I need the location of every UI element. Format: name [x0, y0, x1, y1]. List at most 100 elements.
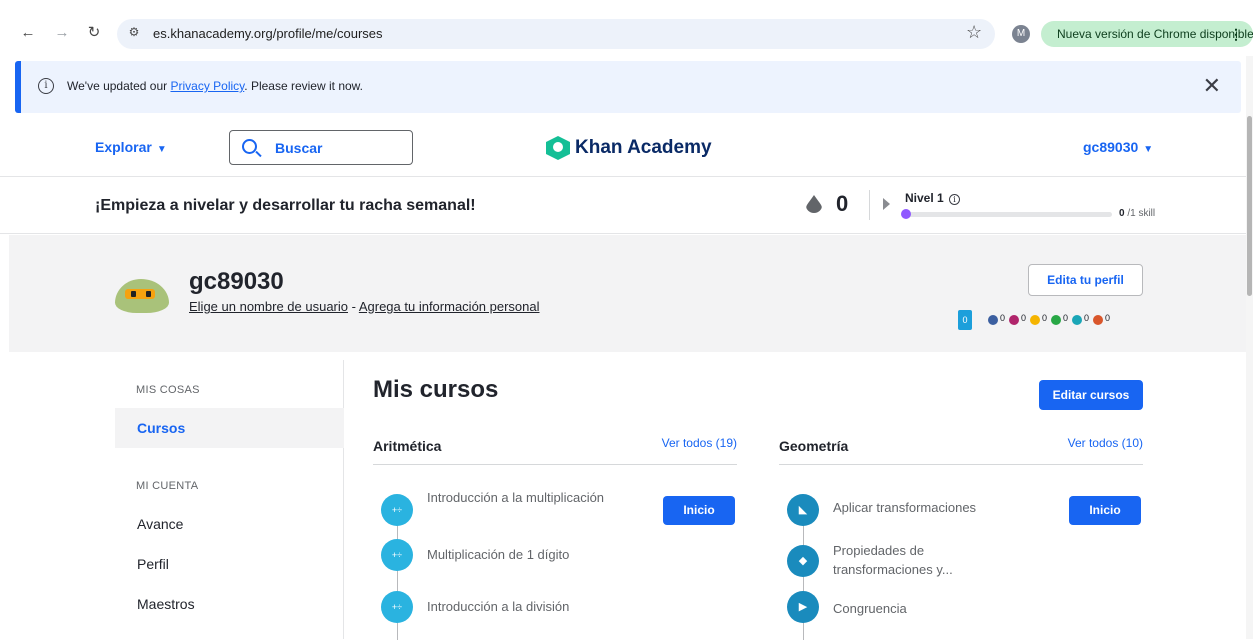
- geometry-unit-icon: ▶: [787, 591, 819, 623]
- start-button[interactable]: Inicio: [663, 496, 735, 525]
- browser-toolbar: ← → ↻ ⚙ es.khanacademy.org/profile/me/co…: [0, 0, 1253, 56]
- browser-profile-avatar[interactable]: M: [1012, 25, 1030, 43]
- badge-count: 0: [1063, 313, 1069, 323]
- profile-header: gc89030 Elige un nombre de usuario - Agr…: [9, 235, 1246, 352]
- start-button[interactable]: Inicio: [1069, 496, 1141, 525]
- arithmetic-unit-icon: +÷: [381, 494, 413, 526]
- unit-item[interactable]: ▶ Congruencia: [787, 589, 1143, 629]
- info-icon: i: [38, 78, 54, 94]
- skill-progress-text: 0 /1 skill: [1119, 208, 1155, 219]
- profile-links: Elige un nombre de usuario - Agrega tu i…: [189, 299, 540, 314]
- course-name[interactable]: Aritmética: [373, 438, 441, 454]
- unit-item[interactable]: +÷ Introducción a la división: [381, 589, 737, 629]
- site-settings-icon[interactable]: ⚙: [125, 25, 143, 39]
- skill-total: /1 skill: [1127, 208, 1156, 219]
- choose-username-link[interactable]: Elige un nombre de usuario: [189, 299, 348, 314]
- profile-username: gc89030: [189, 268, 284, 295]
- info-icon[interactable]: i: [949, 194, 961, 205]
- bookmark-star-icon[interactable]: ☆: [966, 22, 982, 43]
- unit-item[interactable]: +÷ Introducción a la multiplicación Inic…: [381, 488, 737, 528]
- banner-text-start: We've updated our: [67, 79, 171, 93]
- course-card-arithmetic: Aritmética Ver todos (19) +÷ Introducció…: [373, 428, 737, 640]
- search-label: Buscar: [275, 140, 323, 156]
- unit-label[interactable]: Aplicar transformaciones: [833, 498, 1013, 517]
- caret-down-icon: ▼: [156, 144, 167, 155]
- unit-label[interactable]: Congruencia: [833, 599, 1013, 618]
- avatar[interactable]: [115, 275, 169, 315]
- forward-arrow-icon[interactable]: →: [52, 23, 72, 43]
- add-personal-info-link[interactable]: Agrega tu información personal: [359, 299, 540, 314]
- sidebar-item-courses[interactable]: Cursos: [115, 408, 344, 448]
- streak-message: ¡Empieza a nivelar y desarrollar tu rach…: [95, 197, 476, 214]
- badge-sun-icon: [1051, 315, 1061, 325]
- unit-item[interactable]: ◆ Propiedades de transformaciones y...: [787, 541, 1143, 581]
- page-scrollbar[interactable]: [1246, 56, 1253, 639]
- sidebar-item-progress[interactable]: Avance: [115, 504, 344, 544]
- explore-menu-button[interactable]: Explorar ▼: [95, 139, 167, 155]
- edit-courses-button[interactable]: Editar cursos: [1039, 380, 1143, 410]
- streak-flame-icon: [806, 195, 822, 213]
- badge-count: 0: [1042, 313, 1048, 323]
- divider: [779, 464, 1143, 465]
- logo-text: Khan Academy: [575, 137, 712, 158]
- avatar-eye: [131, 291, 136, 297]
- site-header: Explorar ▼ Buscar Khan Academy gc89030 ▼: [0, 121, 1246, 177]
- reload-icon[interactable]: ↻: [84, 23, 104, 43]
- course-name[interactable]: Geometría: [779, 438, 848, 454]
- badge-count: 0: [1000, 313, 1006, 323]
- unit-item[interactable]: ◣ Aplicar transformaciones Inicio: [787, 488, 1143, 528]
- close-icon[interactable]: ✕: [1203, 73, 1221, 99]
- arithmetic-unit-icon: +÷: [381, 539, 413, 571]
- see-all-link[interactable]: Ver todos (10): [1068, 436, 1143, 450]
- url-text[interactable]: es.khanacademy.org/profile/me/courses: [153, 26, 383, 41]
- more-menu-icon[interactable]: ⋮: [1229, 21, 1243, 47]
- badge-blackhole-icon: [1072, 315, 1082, 325]
- chrome-update-button[interactable]: Nueva versión de Chrome disponible ⋮: [1041, 21, 1253, 47]
- level-text: Nivel 1: [905, 191, 944, 205]
- geometry-unit-icon: ◆: [787, 545, 819, 577]
- links-separator: -: [348, 299, 359, 314]
- search-button[interactable]: Buscar: [229, 130, 413, 165]
- play-triangle-icon[interactable]: [883, 198, 890, 210]
- banner-text-end: . Please review it now.: [244, 79, 364, 93]
- search-icon: [242, 139, 257, 154]
- progress-marker: [901, 209, 911, 219]
- avatar-eye: [146, 291, 151, 297]
- streak-count: 0: [836, 191, 849, 216]
- unit-label[interactable]: Introducción a la multiplicación: [427, 488, 607, 507]
- badge-earth-icon: [1030, 315, 1040, 325]
- unit-item[interactable]: +÷ Multiplicación de 1 dígito: [381, 539, 737, 581]
- divider: [869, 190, 870, 220]
- badge-challenge-icon: [1093, 315, 1103, 325]
- caret-down-icon: ▼: [1143, 144, 1154, 155]
- geometry-unit-icon: ◣: [787, 494, 819, 526]
- back-arrow-icon[interactable]: ←: [18, 23, 38, 43]
- sidebar-item-profile[interactable]: Perfil: [115, 544, 344, 584]
- section-heading: MI CUENTA: [136, 480, 199, 492]
- edit-profile-button[interactable]: Edita tu perfil: [1028, 264, 1143, 296]
- divider: [373, 464, 737, 465]
- khan-leaf-icon: [546, 136, 570, 160]
- unit-label[interactable]: Introducción a la división: [427, 597, 607, 616]
- level-label: Nivel 1 i: [905, 191, 961, 205]
- privacy-policy-link[interactable]: Privacy Policy: [170, 79, 244, 93]
- unit-label[interactable]: Propiedades de transformaciones y...: [833, 541, 1013, 579]
- badge-count: 0: [1084, 313, 1090, 323]
- badge-count: 0: [1105, 313, 1111, 323]
- unit-label[interactable]: Multiplicación de 1 dígito: [427, 545, 607, 564]
- user-menu-button[interactable]: gc89030 ▼: [1083, 139, 1153, 155]
- profile-sidebar: MIS COSAS Cursos MI CUENTA Avance Perfil…: [115, 360, 344, 639]
- badge-count: 0: [1021, 313, 1027, 323]
- see-all-link[interactable]: Ver todos (19): [662, 436, 737, 450]
- scrollbar-thumb[interactable]: [1247, 116, 1252, 296]
- energy-points: 0: [958, 310, 972, 330]
- privacy-banner: i We've updated our Privacy Policy. Plea…: [15, 61, 1241, 113]
- sidebar-item-teachers[interactable]: Maestros: [115, 584, 344, 624]
- skill-done: 0: [1119, 208, 1125, 219]
- privacy-banner-text: We've updated our Privacy Policy. Please…: [67, 79, 363, 93]
- arithmetic-unit-icon: +÷: [381, 591, 413, 623]
- badge-moon-icon: [1009, 315, 1019, 325]
- page-title: Mis cursos: [373, 376, 499, 403]
- user-menu-label: gc89030: [1083, 139, 1139, 155]
- chrome-update-label: Nueva versión de Chrome disponible: [1057, 27, 1253, 41]
